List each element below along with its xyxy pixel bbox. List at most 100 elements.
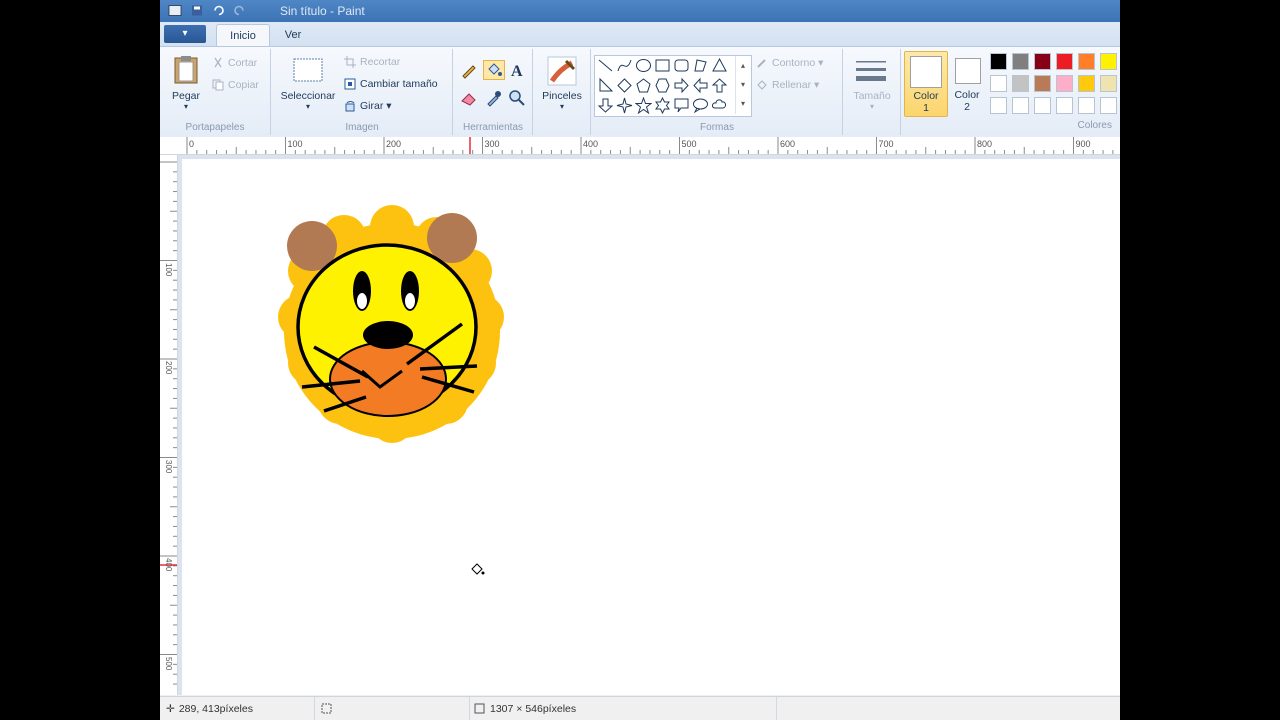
- color1-button[interactable]: Color 1: [904, 51, 948, 117]
- undo-icon[interactable]: [212, 3, 226, 18]
- size-dropdown-icon[interactable]: ▾: [844, 102, 900, 111]
- color-swatch[interactable]: [990, 97, 1007, 114]
- right-triangle-shape-icon[interactable]: [597, 77, 614, 94]
- vertical-ruler: 100 200 300 400 500: [160, 155, 178, 695]
- selection-size-icon: [321, 703, 332, 714]
- rect-callout-shape-icon[interactable]: [673, 97, 690, 114]
- canvas-area[interactable]: [178, 155, 1120, 695]
- outline-button[interactable]: Contorno ▾: [772, 57, 823, 69]
- cut-button[interactable]: Cortar: [228, 57, 257, 69]
- six-point-star-shape-icon[interactable]: [654, 97, 671, 114]
- line-shape-icon[interactable]: [597, 57, 614, 74]
- image-size-text: 1307 × 546píxeles: [490, 703, 577, 715]
- color-swatch[interactable]: [1012, 75, 1029, 92]
- shapes-gallery-scroll[interactable]: ▴ ▾ ▾: [735, 56, 750, 114]
- color-swatch[interactable]: [990, 53, 1007, 70]
- hexagon-shape-icon[interactable]: [654, 77, 671, 94]
- ruler-tick-label: 400: [164, 558, 173, 572]
- triangle-shape-icon[interactable]: [711, 57, 728, 74]
- tab-ver[interactable]: Ver: [278, 24, 308, 46]
- crop-button[interactable]: Recortar: [360, 56, 400, 68]
- copy-button[interactable]: Copiar: [228, 79, 259, 91]
- brushes-dropdown-icon[interactable]: ▾: [534, 102, 590, 111]
- drawing-canvas[interactable]: [182, 159, 1120, 695]
- rotate-icon: [345, 100, 355, 112]
- redo-icon[interactable]: [232, 3, 246, 18]
- window-title: Sin título - Paint: [280, 4, 365, 18]
- right-arrow-shape-icon[interactable]: [673, 77, 690, 94]
- left-arrow-shape-icon[interactable]: [692, 77, 709, 94]
- polygon-shape-icon[interactable]: [692, 57, 709, 74]
- eraser-icon[interactable]: [460, 89, 478, 107]
- file-menu-button[interactable]: ▾: [164, 25, 206, 43]
- resize-button[interactable]: Cambiar tamaño: [360, 78, 438, 90]
- oval-shape-icon[interactable]: [635, 57, 652, 74]
- save-icon[interactable]: [190, 3, 204, 18]
- ruler-tick-label: 0: [189, 139, 195, 149]
- tab-inicio[interactable]: Inicio: [216, 24, 270, 47]
- color-swatch[interactable]: [1056, 53, 1073, 70]
- ruler-tick-label: 600: [780, 139, 796, 149]
- down-arrow-shape-icon[interactable]: [597, 97, 614, 114]
- cloud-callout-shape-icon[interactable]: [711, 97, 728, 114]
- pencil-icon[interactable]: [460, 61, 478, 79]
- rotate-button[interactable]: Girar ▾: [360, 100, 392, 112]
- scissors-icon: [214, 57, 222, 68]
- brushes-button[interactable]: Pinceles: [534, 90, 590, 102]
- color-swatch[interactable]: [1078, 97, 1095, 114]
- fill-icon: [757, 80, 767, 90]
- ruler-tick-label: 800: [977, 139, 993, 149]
- image-group-label: Imagen: [345, 122, 379, 133]
- paste-icon[interactable]: [172, 55, 200, 85]
- colors-group-label: Colores: [1077, 120, 1112, 131]
- color-swatch[interactable]: [1100, 75, 1117, 92]
- color-swatch[interactable]: [1034, 97, 1051, 114]
- select-button[interactable]: Seleccionar: [276, 90, 340, 102]
- ruler-tick-label: 500: [164, 656, 173, 670]
- oval-callout-shape-icon[interactable]: [692, 97, 709, 114]
- pentagon-shape-icon[interactable]: [635, 77, 652, 94]
- color2-button[interactable]: Color 2: [950, 51, 992, 115]
- rounded-rectangle-shape-icon[interactable]: [673, 57, 690, 74]
- text-icon[interactable]: A: [508, 61, 526, 79]
- rectangle-shape-icon[interactable]: [654, 57, 671, 74]
- color-swatch[interactable]: [1056, 97, 1073, 114]
- cursor-position: ✛ 289, 413píxeles: [160, 697, 315, 720]
- color1-swatch: [910, 56, 942, 88]
- ruler-tick-label: 900: [1075, 139, 1091, 149]
- curve-shape-icon[interactable]: [616, 57, 633, 74]
- lion-drawing: [278, 205, 504, 443]
- color-swatch[interactable]: [1034, 53, 1051, 70]
- paste-dropdown-icon[interactable]: ▾: [166, 102, 206, 111]
- color-swatch[interactable]: [1034, 75, 1051, 92]
- copy-icon: [212, 79, 224, 91]
- fill-bucket-icon[interactable]: [483, 60, 505, 80]
- select-icon[interactable]: [292, 57, 324, 83]
- color-swatch[interactable]: [1012, 53, 1029, 70]
- size-button[interactable]: Tamaño: [844, 90, 900, 102]
- diamond-shape-icon[interactable]: [616, 77, 633, 94]
- four-point-star-shape-icon[interactable]: [616, 97, 633, 114]
- color-swatch[interactable]: [1056, 75, 1073, 92]
- select-dropdown-icon[interactable]: ▾: [276, 102, 340, 111]
- magnifier-icon[interactable]: [508, 89, 526, 107]
- color-swatch[interactable]: [1100, 97, 1117, 114]
- selection-size: [315, 697, 470, 720]
- colors-group: Colores: [988, 51, 1120, 133]
- color-swatch[interactable]: [1078, 75, 1095, 92]
- ruler-tick-label: 700: [878, 139, 894, 149]
- color-swatch[interactable]: [1100, 53, 1117, 70]
- color-swatch[interactable]: [990, 75, 1007, 92]
- file-menu-chevron: ▾: [182, 28, 188, 39]
- color-swatch[interactable]: [1078, 53, 1095, 70]
- line-size-icon[interactable]: [854, 57, 888, 85]
- up-arrow-shape-icon[interactable]: [711, 77, 728, 94]
- fill-button[interactable]: Rellenar ▾: [772, 79, 819, 91]
- brush-icon[interactable]: [546, 55, 578, 87]
- lion-nose: [363, 321, 413, 349]
- color2-number: 2: [964, 101, 970, 113]
- color-picker-icon[interactable]: [485, 89, 503, 107]
- paste-button[interactable]: Pegar: [166, 90, 206, 102]
- five-point-star-shape-icon[interactable]: [635, 97, 652, 114]
- color-swatch[interactable]: [1012, 97, 1029, 114]
